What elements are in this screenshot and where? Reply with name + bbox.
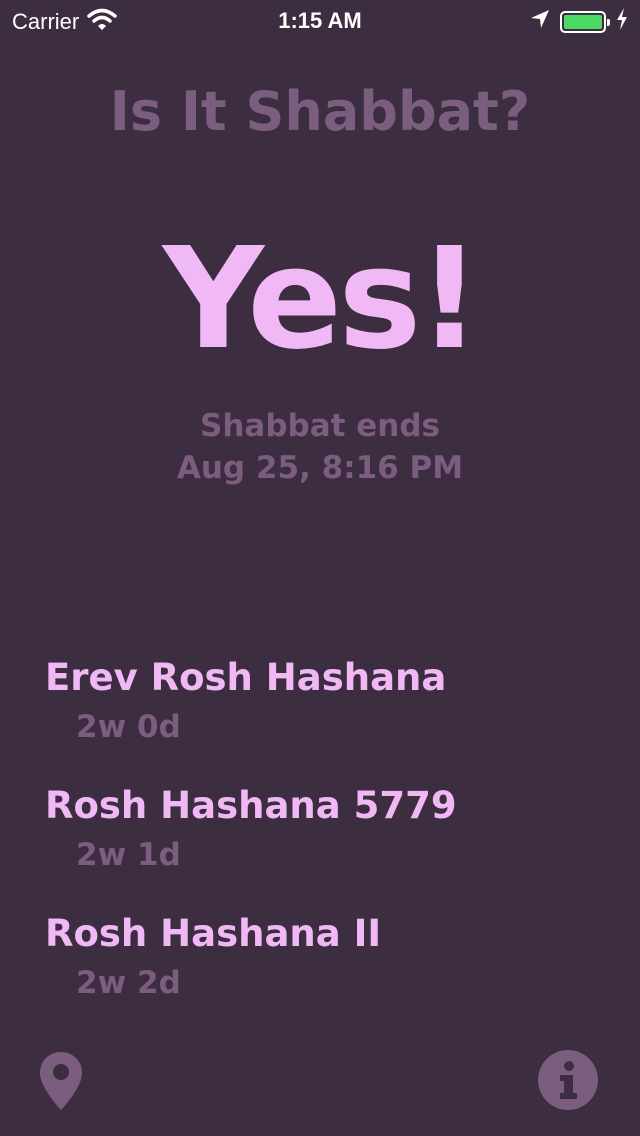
list-item: Erev Rosh Hashana 2w 0d	[45, 652, 605, 780]
holiday-name: Erev Rosh Hashana	[45, 656, 447, 699]
location-button[interactable]	[38, 1050, 84, 1112]
app-title: Is It Shabbat?	[109, 80, 531, 143]
holiday-countdown: 2w 0d	[76, 709, 181, 745]
holiday-countdown: 2w 2d	[76, 965, 181, 1001]
shabbat-ends-time: Aug 25, 8:16 PM	[176, 450, 464, 486]
info-icon	[538, 1050, 598, 1110]
info-button[interactable]	[537, 1049, 599, 1111]
status-bar: Carrier 1:15 AM	[0, 0, 640, 40]
battery-icon	[560, 11, 610, 33]
location-arrow-icon	[530, 9, 550, 35]
holiday-name: Rosh Hashana II	[45, 912, 382, 955]
charging-bolt-icon	[616, 8, 628, 36]
list-item: Rosh Hashana II 2w 2d	[45, 908, 605, 1036]
list-item: Rosh Hashana 5779 2w 1d	[45, 780, 605, 908]
battery-level	[564, 15, 602, 29]
status-right	[530, 8, 628, 36]
upcoming-holidays-list: Erev Rosh Hashana 2w 0d Rosh Hashana 577…	[45, 652, 605, 1036]
shabbat-answer: Yes!	[162, 218, 482, 381]
holiday-name: Rosh Hashana 5779	[45, 784, 457, 827]
shabbat-ends-label: Shabbat ends	[200, 408, 440, 444]
location-pin-icon	[40, 1052, 82, 1110]
holiday-countdown: 2w 1d	[76, 837, 181, 873]
